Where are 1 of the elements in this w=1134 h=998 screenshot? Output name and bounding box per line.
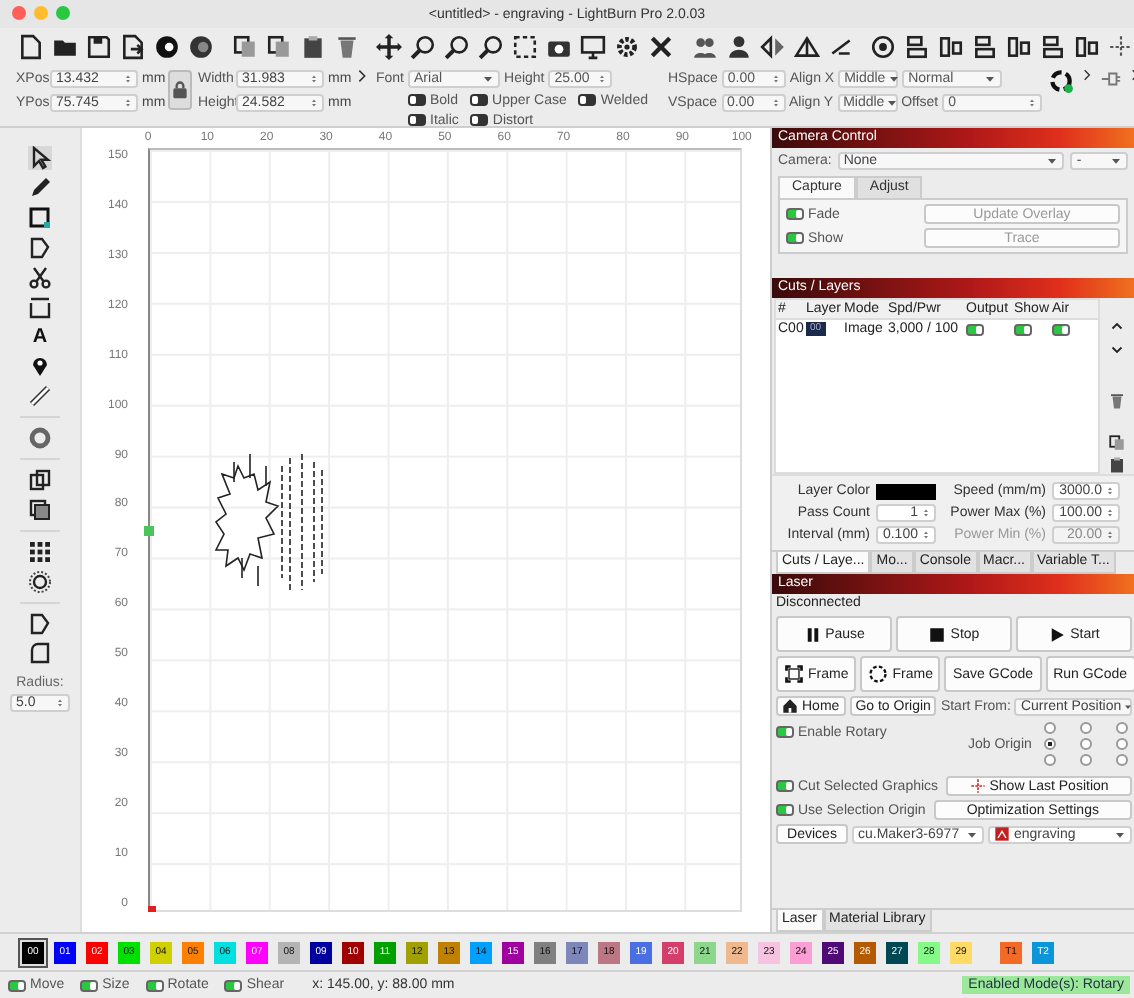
text-tool[interactable]: A (32, 326, 48, 348)
